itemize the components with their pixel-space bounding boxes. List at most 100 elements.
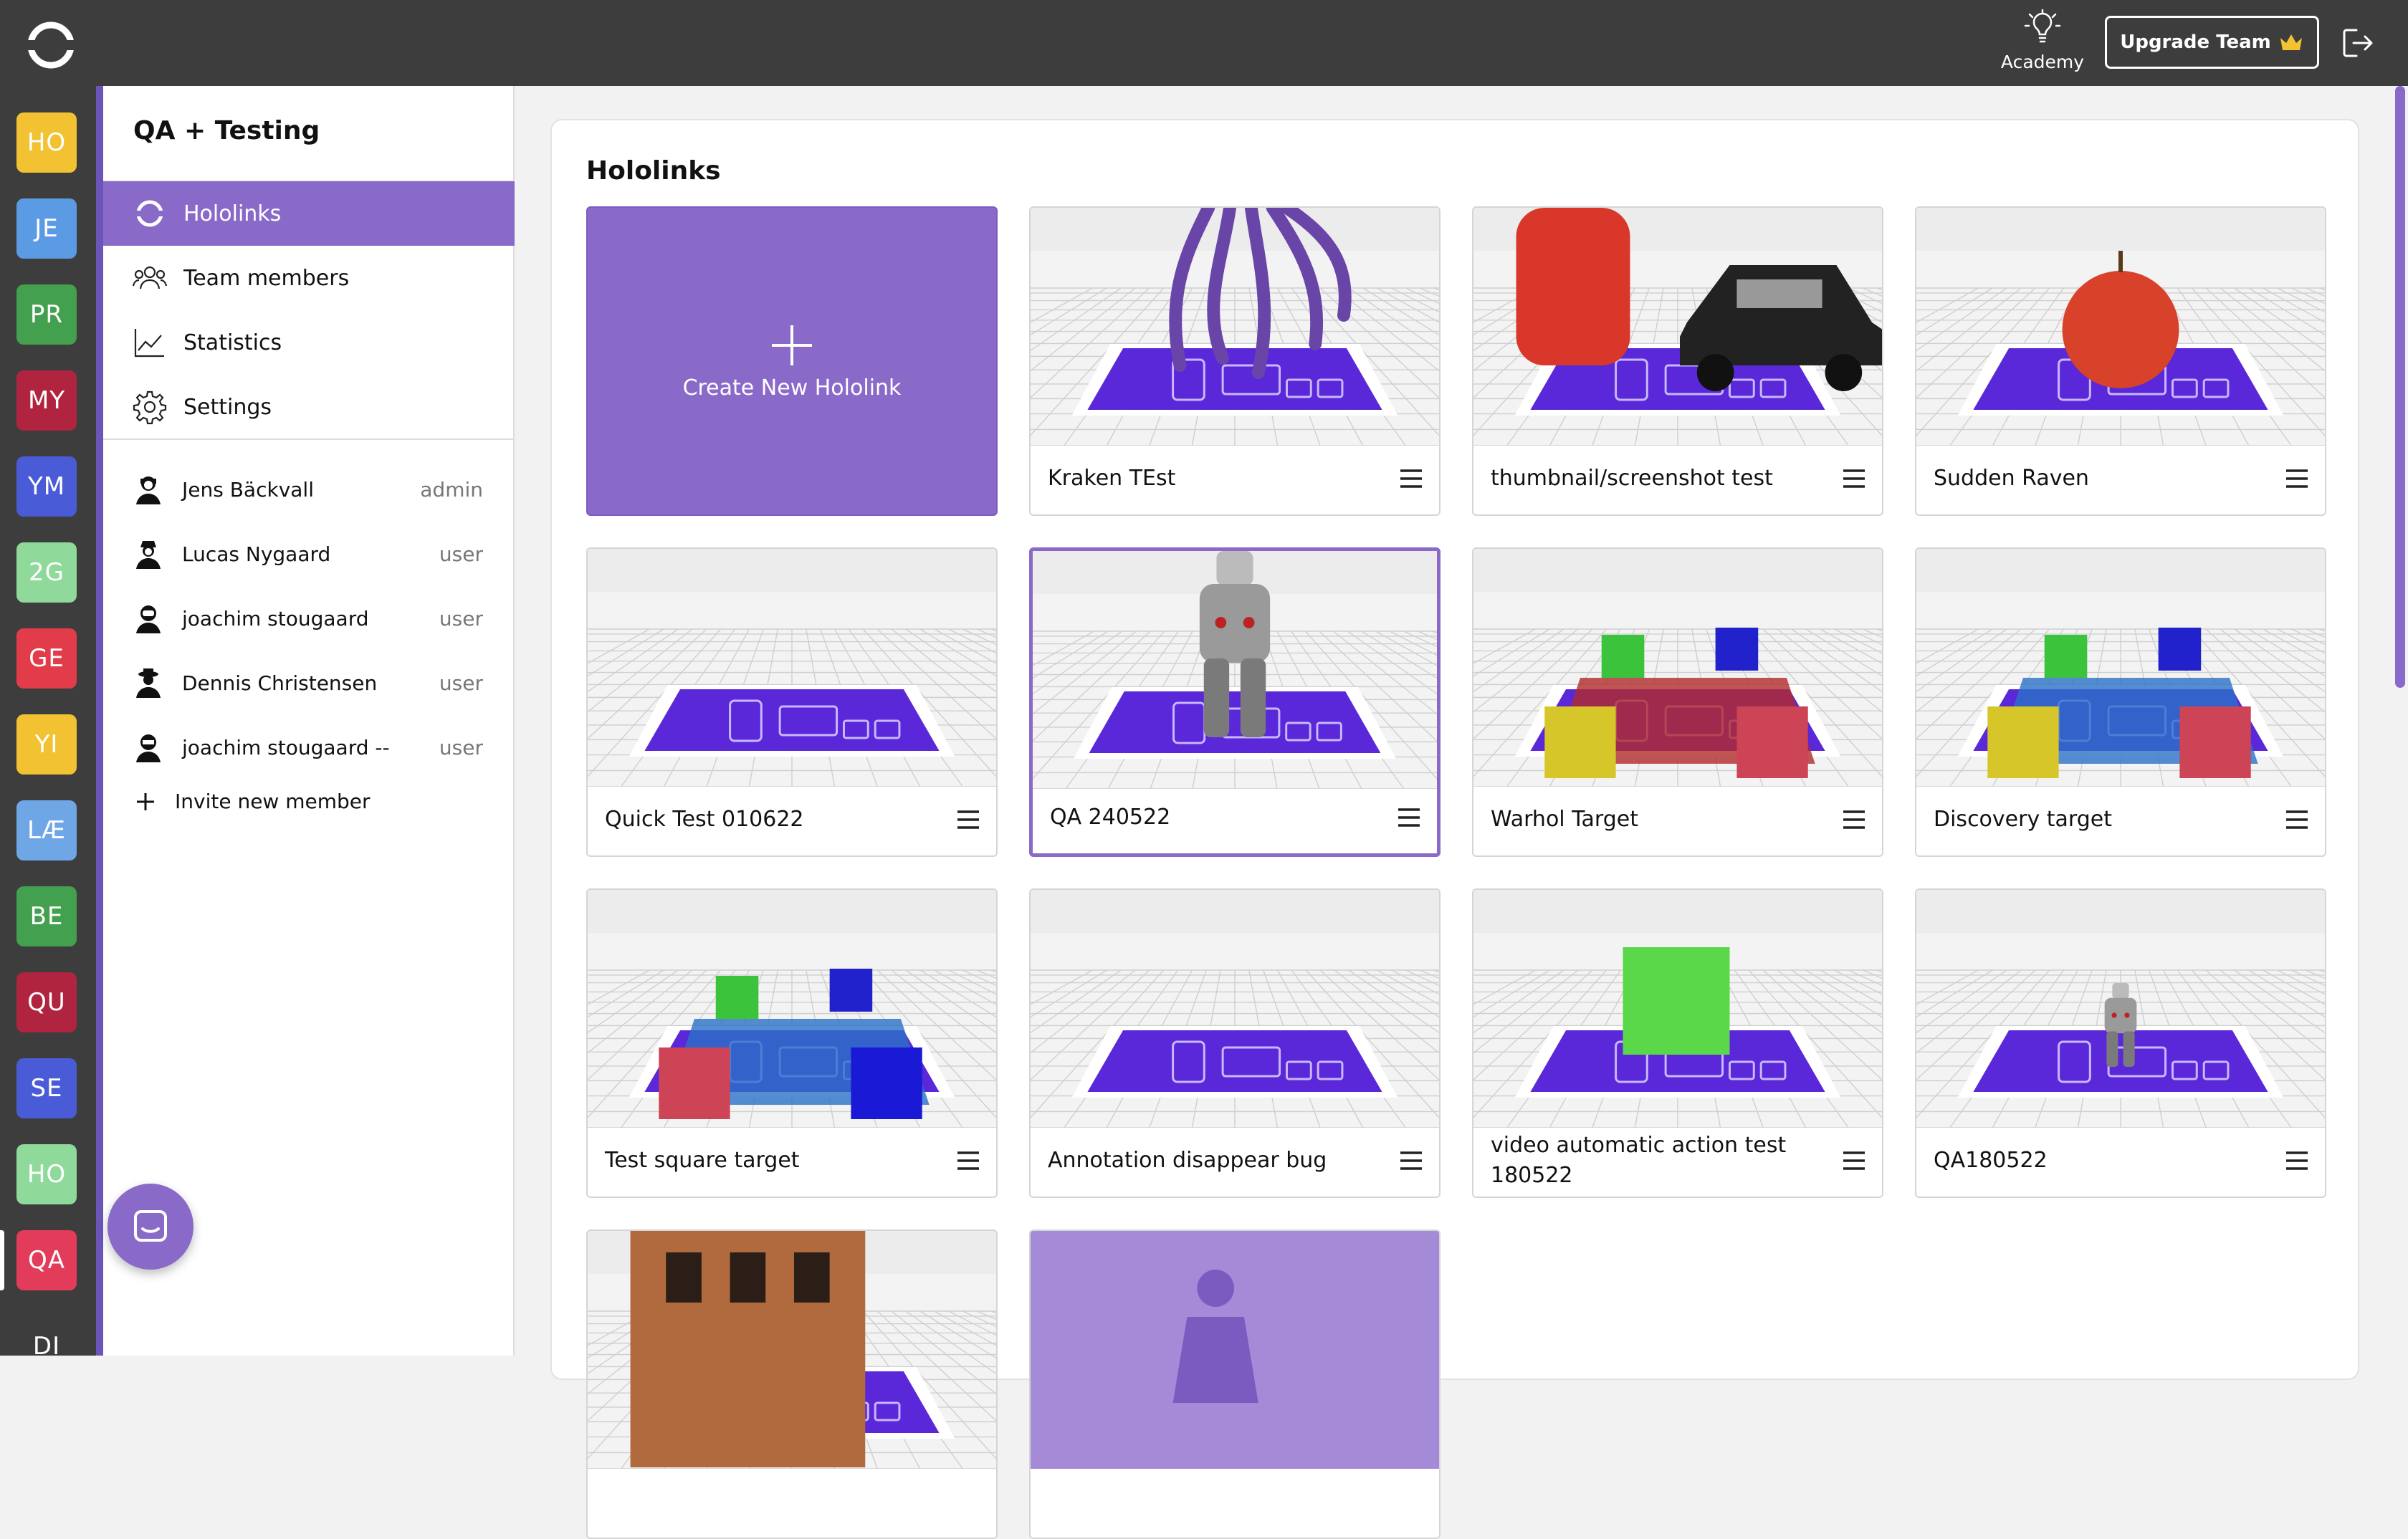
hololink-title: Quick Test 010622 xyxy=(605,807,804,832)
active-workspace-marker xyxy=(0,1230,4,1290)
hololink-card[interactable]: Kraken TEst xyxy=(1029,206,1440,516)
workspace-12-button[interactable]: SE xyxy=(16,1058,77,1118)
avatar-icon xyxy=(136,668,161,698)
hololink-card[interactable]: Quick Test 010622 xyxy=(586,547,998,857)
hololink-thumbnail xyxy=(1031,890,1439,1128)
hamburger-menu-icon[interactable] xyxy=(1399,1151,1423,1171)
hamburger-menu-icon[interactable] xyxy=(2285,469,2309,489)
hololink-card[interactable]: Sudden Raven xyxy=(1915,206,2326,516)
nav-label: Team members xyxy=(183,265,350,291)
hololink-card[interactable]: Discovery target xyxy=(1915,547,2326,857)
hololink-card[interactable]: video automatic action test 180522 xyxy=(1472,888,1883,1198)
hamburger-menu-icon[interactable] xyxy=(956,810,980,830)
hololink-title: Kraken TEst xyxy=(1048,466,1176,491)
invite-label: Invite new member xyxy=(175,790,371,813)
hololink-logo-icon xyxy=(135,200,165,227)
hololinks-panel: Hololinks Create New Hololink Kraken TEs… xyxy=(550,119,2359,1539)
member-row[interactable]: Jens Bäckvall admin xyxy=(132,468,483,511)
workspace-15-button[interactable]: DI xyxy=(16,1316,77,1356)
team-sidebar: QA + Testing Hololinks Team members Stat… xyxy=(103,86,515,1356)
member-name: Lucas Nygaard xyxy=(182,542,331,566)
lightbulb-icon xyxy=(2024,9,2061,43)
nav-item-hololinks[interactable]: Hololinks xyxy=(103,181,515,246)
hololink-card[interactable]: QA 240522 xyxy=(1029,547,1440,857)
hololink-card[interactable] xyxy=(586,1229,998,1539)
hololink-title: Warhol Target xyxy=(1491,807,1638,832)
workspace-10-button[interactable]: BE xyxy=(16,886,77,946)
workspace-7-button[interactable]: GE xyxy=(16,628,77,689)
hololink-card[interactable] xyxy=(1029,1229,1440,1539)
hamburger-menu-icon[interactable] xyxy=(956,1151,980,1171)
hololink-thumbnail xyxy=(1916,208,2325,446)
hololink-thumbnail xyxy=(588,549,996,787)
academy-label: Academy xyxy=(2000,52,2085,72)
hololink-thumbnail xyxy=(1033,551,1437,789)
hamburger-menu-icon[interactable] xyxy=(1842,469,1866,489)
hololink-title: Annotation disappear bug xyxy=(1048,1148,1327,1173)
create-label: Create New Hololink xyxy=(682,375,902,401)
hamburger-menu-icon[interactable] xyxy=(1399,469,1423,489)
workspace-14-button[interactable]: QA xyxy=(16,1230,77,1290)
nav-item-statistics[interactable]: Statistics xyxy=(103,310,515,375)
gear-icon xyxy=(133,390,167,425)
app-logo-icon[interactable] xyxy=(24,19,77,72)
hololink-thumbnail xyxy=(1473,890,1882,1128)
hololink-title: Discovery target xyxy=(1934,807,2112,832)
workspace-9-button[interactable]: LÆ xyxy=(16,800,77,860)
page-scrollbar[interactable] xyxy=(2392,86,2408,1356)
nav-label: Hololinks xyxy=(183,201,282,226)
crown-icon xyxy=(2280,34,2302,50)
hololink-card[interactable]: thumbnail/screenshot test xyxy=(1472,206,1883,516)
hololink-card[interactable]: Annotation disappear bug xyxy=(1029,888,1440,1198)
plus-icon xyxy=(137,792,154,810)
workspace-1-button[interactable]: HO xyxy=(16,112,77,173)
hololink-thumbnail xyxy=(1473,549,1882,787)
panel-title: Hololinks xyxy=(586,156,721,186)
workspace-11-button[interactable]: QU xyxy=(16,972,77,1032)
member-row[interactable]: Dennis Christensen user xyxy=(132,661,483,704)
workspace-8-button[interactable]: YI xyxy=(16,714,77,775)
upgrade-team-button[interactable]: Upgrade Team xyxy=(2105,16,2319,69)
hamburger-menu-icon[interactable] xyxy=(1842,810,1866,830)
member-row[interactable]: joachim stougaard -- user xyxy=(132,726,483,769)
hamburger-menu-icon[interactable] xyxy=(2285,1151,2309,1171)
logout-icon[interactable] xyxy=(2338,23,2378,63)
top-bar: Academy Upgrade Team xyxy=(0,0,2408,86)
hololink-title: video automatic action test 180522 xyxy=(1491,1133,1787,1188)
hololink-card[interactable]: Test square target xyxy=(586,888,998,1198)
scrollbar-thumb[interactable] xyxy=(2395,86,2405,688)
invite-member-button[interactable]: Invite new member xyxy=(135,790,371,813)
team-name: QA + Testing xyxy=(133,116,320,145)
hololink-card[interactable]: QA180522 xyxy=(1915,888,2326,1198)
workspace-rail: HO JE PR MY YM 2G GE YI LÆ BE QU SE HO QA DI xyxy=(0,86,96,1356)
member-row[interactable]: joachim stougaard user xyxy=(132,597,483,640)
hololink-thumbnail xyxy=(1031,208,1439,446)
create-hololink-card[interactable]: Create New Hololink xyxy=(586,206,998,516)
workspace-5-button[interactable]: YM xyxy=(16,456,77,517)
workspace-4-button[interactable]: MY xyxy=(16,370,77,431)
hololink-thumbnail xyxy=(1473,208,1882,446)
hololink-card[interactable]: Warhol Target xyxy=(1472,547,1883,857)
nav-item-settings[interactable]: Settings xyxy=(103,375,515,439)
avatar-icon xyxy=(136,541,161,569)
member-role: user xyxy=(439,606,483,631)
hololink-title: Sudden Raven xyxy=(1934,466,2089,491)
hololink-thumbnail xyxy=(1031,1231,1439,1469)
workspace-13-button[interactable]: HO xyxy=(16,1144,77,1204)
hololink-title: Test square target xyxy=(605,1148,800,1173)
member-name: joachim stougaard -- xyxy=(182,735,390,759)
hamburger-menu-icon[interactable] xyxy=(1397,807,1421,828)
avatar-icon xyxy=(136,605,161,633)
academy-button[interactable]: Academy xyxy=(2000,7,2086,79)
member-row[interactable]: Lucas Nygaard user xyxy=(132,532,483,575)
people-icon xyxy=(132,266,168,289)
workspace-2-button[interactable]: JE xyxy=(16,198,77,259)
hamburger-menu-icon[interactable] xyxy=(1842,1151,1866,1171)
nav-label: Statistics xyxy=(183,330,282,355)
workspace-6-button[interactable]: 2G xyxy=(16,542,77,603)
member-role: user xyxy=(439,671,483,695)
nav-item-team-members[interactable]: Team members xyxy=(103,246,515,310)
chat-launcher-button[interactable] xyxy=(108,1184,194,1270)
workspace-3-button[interactable]: PR xyxy=(16,284,77,345)
hamburger-menu-icon[interactable] xyxy=(2285,810,2309,830)
